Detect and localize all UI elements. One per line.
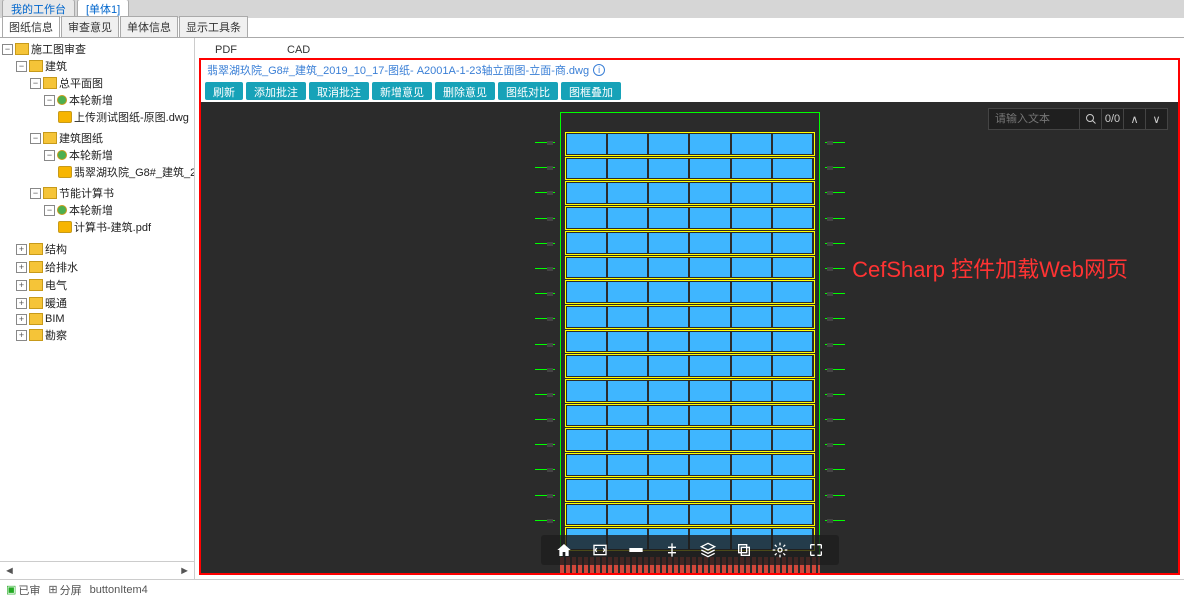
- search-next-icon[interactable]: ∨: [1145, 109, 1167, 129]
- gear-icon[interactable]: [771, 541, 789, 559]
- tab-pdf[interactable]: PDF: [205, 42, 247, 58]
- fit-icon[interactable]: [591, 541, 609, 559]
- search-count: 0/0: [1101, 109, 1123, 129]
- search-prev-icon[interactable]: ∧: [1123, 109, 1145, 129]
- status-button-item[interactable]: buttonItem4: [90, 584, 148, 596]
- drawing-canvas[interactable]: CefSharp 控件加载Web网页 0/0 ∧ ∨: [201, 102, 1178, 573]
- tree-node[interactable]: +勘察: [16, 327, 67, 343]
- new-comment-button[interactable]: 新增意见: [372, 82, 432, 100]
- tab-show-toolbar[interactable]: 显示工具条: [179, 16, 248, 37]
- tree-node[interactable]: +电气: [16, 277, 67, 293]
- drawing-title: 翡翠湖玖院_G8#_建筑_2019_10_17-图纸- A2001A-1-23轴…: [207, 62, 589, 78]
- sub-tabs: 图纸信息 审查意见 单体信息 显示工具条: [0, 18, 1184, 38]
- add-annotation-button[interactable]: 添加批注: [246, 82, 306, 100]
- scroll-left-icon[interactable]: ◄: [4, 565, 15, 577]
- main-area: PDF CAD 翡翠湖玖院_G8#_建筑_2019_10_17-图纸- A200…: [195, 38, 1184, 579]
- tree-leaf[interactable]: 计算书-建筑.pdf: [58, 219, 151, 235]
- measure-icon[interactable]: [663, 541, 681, 559]
- tree-node[interactable]: −建筑图纸: [30, 130, 103, 146]
- tab-unit-info[interactable]: 单体信息: [120, 16, 178, 37]
- tree-node[interactable]: −建筑: [16, 58, 67, 74]
- tree-leaf[interactable]: 翡翠湖玖院_G8#_建筑_2019_10_17: [58, 164, 194, 180]
- layers-icon[interactable]: [699, 541, 717, 559]
- sidebar: −施工图审查 −建筑 −总平面图 −本轮新增 上传测试图纸-原图.dwg −建筑…: [0, 38, 195, 579]
- view-tabs: PDF CAD: [195, 38, 1184, 58]
- tab-review-comment[interactable]: 审查意见: [61, 16, 119, 37]
- tree-node[interactable]: +给排水: [16, 259, 78, 275]
- tree-node[interactable]: −本轮新增: [44, 202, 113, 218]
- ruler-icon[interactable]: [627, 541, 645, 559]
- tree-node[interactable]: −本轮新增: [44, 92, 113, 108]
- drawing-title-bar: 翡翠湖玖院_G8#_建筑_2019_10_17-图纸- A2001A-1-23轴…: [201, 60, 1178, 80]
- search-panel: 0/0 ∧ ∨: [988, 108, 1168, 130]
- status-split[interactable]: ⊞分屏: [48, 582, 81, 598]
- cancel-annotation-button[interactable]: 取消批注: [309, 82, 369, 100]
- cad-viewer: 翡翠湖玖院_G8#_建筑_2019_10_17-图纸- A2001A-1-23轴…: [199, 58, 1180, 575]
- annotation-text: CefSharp 控件加载Web网页: [852, 252, 1128, 284]
- file-tree[interactable]: −施工图审查 −建筑 −总平面图 −本轮新增 上传测试图纸-原图.dwg −建筑…: [0, 38, 194, 561]
- tab-cad[interactable]: CAD: [277, 42, 320, 58]
- frame-overlay-button[interactable]: 图框叠加: [561, 82, 621, 100]
- tree-node[interactable]: −总平面图: [30, 75, 103, 91]
- tree-node[interactable]: +BIM: [16, 313, 65, 325]
- sidebar-scroll: ◄ ►: [0, 561, 194, 579]
- scroll-right-icon[interactable]: ►: [179, 565, 190, 577]
- viewer-toolbar: [541, 535, 839, 565]
- search-input[interactable]: [989, 113, 1079, 125]
- tree-node[interactable]: −本轮新增: [44, 147, 113, 163]
- building-elevation: [560, 112, 820, 573]
- status-bar: ▣已审 ⊞分屏 buttonItem4: [0, 579, 1184, 599]
- fullscreen-icon[interactable]: [807, 541, 825, 559]
- tab-drawing-info[interactable]: 图纸信息: [2, 16, 60, 37]
- status-done[interactable]: ▣已审: [6, 582, 40, 598]
- drawing-toolbar: 刷新 添加批注 取消批注 新增意见 删除意见 图纸对比 图框叠加: [201, 80, 1178, 102]
- tree-node[interactable]: +暖通: [16, 295, 67, 311]
- search-icon[interactable]: [1079, 109, 1101, 129]
- tree-node[interactable]: −节能计算书: [30, 185, 114, 201]
- home-icon[interactable]: [555, 541, 573, 559]
- refresh-button[interactable]: 刷新: [205, 82, 243, 100]
- copy-icon[interactable]: [735, 541, 753, 559]
- tree-node[interactable]: +结构: [16, 241, 67, 257]
- tree-leaf[interactable]: 上传测试图纸-原图.dwg: [58, 109, 189, 125]
- tree-root[interactable]: −施工图审查: [2, 41, 86, 57]
- info-icon[interactable]: i: [593, 64, 605, 76]
- delete-comment-button[interactable]: 删除意见: [435, 82, 495, 100]
- compare-drawing-button[interactable]: 图纸对比: [498, 82, 558, 100]
